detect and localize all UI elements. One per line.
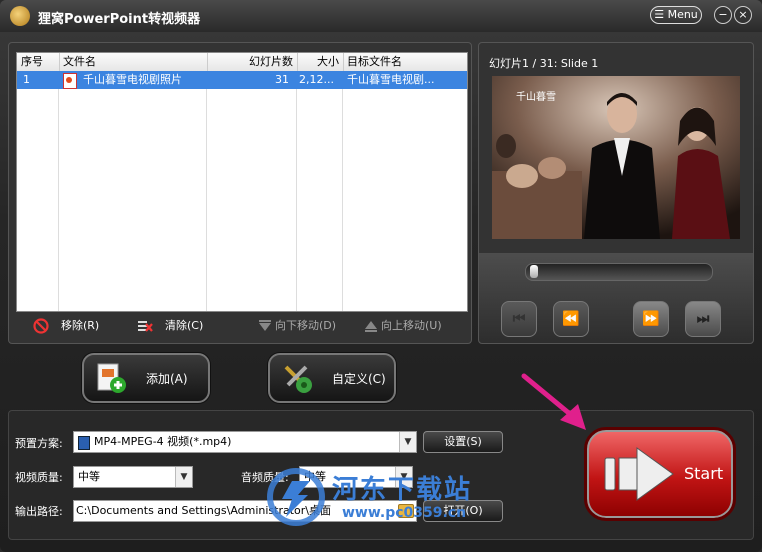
seek-bar[interactable] <box>525 263 713 281</box>
table-row[interactable]: 1 千山暮雪电视剧照片 31 2,12... 千山暮雪电视剧... <box>17 71 467 89</box>
ppt-file-icon <box>63 73 77 89</box>
start-label: Start <box>684 464 724 483</box>
app-window: 狸窝PowerPoint转视频器 ☰ Menu − × 序号 文件名 幻灯片数 … <box>0 0 762 552</box>
watermark: 河东下载站 www.pc0359.cn <box>262 465 470 532</box>
player-controls: ⏮ ⏪ ⏩ ⏭ <box>479 253 753 343</box>
row-slides: 31 <box>275 73 289 86</box>
video-quality-label: 视频质量: <box>15 471 63 484</box>
photo-caption: 千山暮雪 <box>516 90 556 103</box>
row-size: 2,12... <box>299 73 334 86</box>
move-down-button[interactable]: 向下移动(D) <box>257 317 351 335</box>
move-up-label: 向上移动(U) <box>381 319 442 332</box>
slide-preview-image: 千山暮雪 <box>492 76 740 239</box>
arrow-up-icon <box>365 321 377 332</box>
slide-photo: 千山暮雪 <box>492 76 740 239</box>
clear-label: 清除(C) <box>165 319 204 332</box>
menu-label: Menu <box>667 8 698 21</box>
add-file-icon <box>97 363 126 393</box>
remove-button[interactable]: 移除(R) <box>33 317 113 335</box>
pointer-arrow-icon <box>521 373 586 430</box>
add-label: 添加(A) <box>146 372 188 386</box>
video-file-icon <box>78 436 90 450</box>
col-size[interactable]: 大小 <box>297 53 344 71</box>
no-entry-icon <box>33 318 49 334</box>
row-filename: 千山暮雪电视剧照片 <box>83 73 182 86</box>
close-button[interactable]: × <box>734 6 752 24</box>
clear-button[interactable]: 清除(C) <box>137 317 217 335</box>
column-divider <box>342 71 343 311</box>
settings-button[interactable]: 设置(S) <box>423 431 503 453</box>
file-list-panel: 序号 文件名 幻灯片数 大小 目标文件名 1 千山暮雪电视剧照片 31 2,12… <box>8 42 472 344</box>
column-divider <box>296 71 297 311</box>
app-logo <box>10 6 30 26</box>
file-table[interactable]: 序号 文件名 幻灯片数 大小 目标文件名 1 千山暮雪电视剧照片 31 2,12… <box>16 52 468 312</box>
move-down-label: 向下移动(D) <box>275 319 337 332</box>
play-arrow-icon <box>604 447 674 501</box>
tools-gear-icon <box>284 365 312 393</box>
seek-knob[interactable] <box>530 265 538 278</box>
arrow-down-icon <box>259 320 271 331</box>
menu-button[interactable]: ☰ Menu <box>650 6 702 24</box>
video-quality-value: 中等 <box>78 470 100 483</box>
preset-value: MP4-MPEG-4 视频(*.mp4) <box>94 435 232 448</box>
add-button[interactable]: 添加(A) <box>82 353 210 403</box>
custom-button[interactable]: 自定义(C) <box>268 353 396 403</box>
watermark-url: www.pc0359.cn <box>342 505 467 521</box>
minimize-button[interactable]: − <box>714 6 732 24</box>
remove-label: 移除(R) <box>61 319 100 332</box>
row-index: 1 <box>23 73 30 86</box>
output-path-label: 输出路径: <box>15 505 63 518</box>
col-filename[interactable]: 文件名 <box>59 53 208 71</box>
chevron-down-icon: ▼ <box>175 467 192 487</box>
column-divider <box>58 71 59 311</box>
preview-title: 幻灯片1 / 31: Slide 1 <box>489 57 599 70</box>
last-slide-button[interactable]: ⏭ <box>685 301 721 337</box>
table-header: 序号 文件名 幻灯片数 大小 目标文件名 <box>17 53 467 72</box>
first-slide-button[interactable]: ⏮ <box>501 301 537 337</box>
start-button[interactable]: Start <box>584 427 736 521</box>
previous-slide-button[interactable]: ⏪ <box>553 301 589 337</box>
custom-label: 自定义(C) <box>332 372 386 386</box>
row-target: 千山暮雪电视剧... <box>347 73 435 86</box>
preview-panel: 幻灯片1 / 31: Slide 1 千山暮雪 ⏮ ⏪ ⏩ ⏭ <box>478 42 754 344</box>
column-divider <box>206 71 207 311</box>
move-up-button[interactable]: 向上移动(U) <box>363 317 457 335</box>
chevron-down-icon: ▼ <box>399 432 416 452</box>
col-target[interactable]: 目标文件名 <box>343 53 467 71</box>
watermark-logo <box>267 468 325 526</box>
preset-select[interactable]: MP4-MPEG-4 视频(*.mp4) ▼ <box>73 431 417 453</box>
preset-label: 预置方案: <box>15 437 63 450</box>
list-action-bar: 移除(R) 清除(C) 向下移动(D) 向上移动(U) <box>9 313 471 339</box>
video-quality-select[interactable]: 中等 ▼ <box>73 466 193 488</box>
col-index[interactable]: 序号 <box>17 53 60 71</box>
watermark-text: 河东下载站 <box>332 475 473 505</box>
next-slide-button[interactable]: ⏩ <box>633 301 669 337</box>
col-slides[interactable]: 幻灯片数 <box>207 53 298 71</box>
app-title: 狸窝PowerPoint转视频器 <box>38 12 201 27</box>
title-bar: 狸窝PowerPoint转视频器 ☰ Menu − × <box>0 0 762 32</box>
clear-list-icon <box>138 321 153 332</box>
